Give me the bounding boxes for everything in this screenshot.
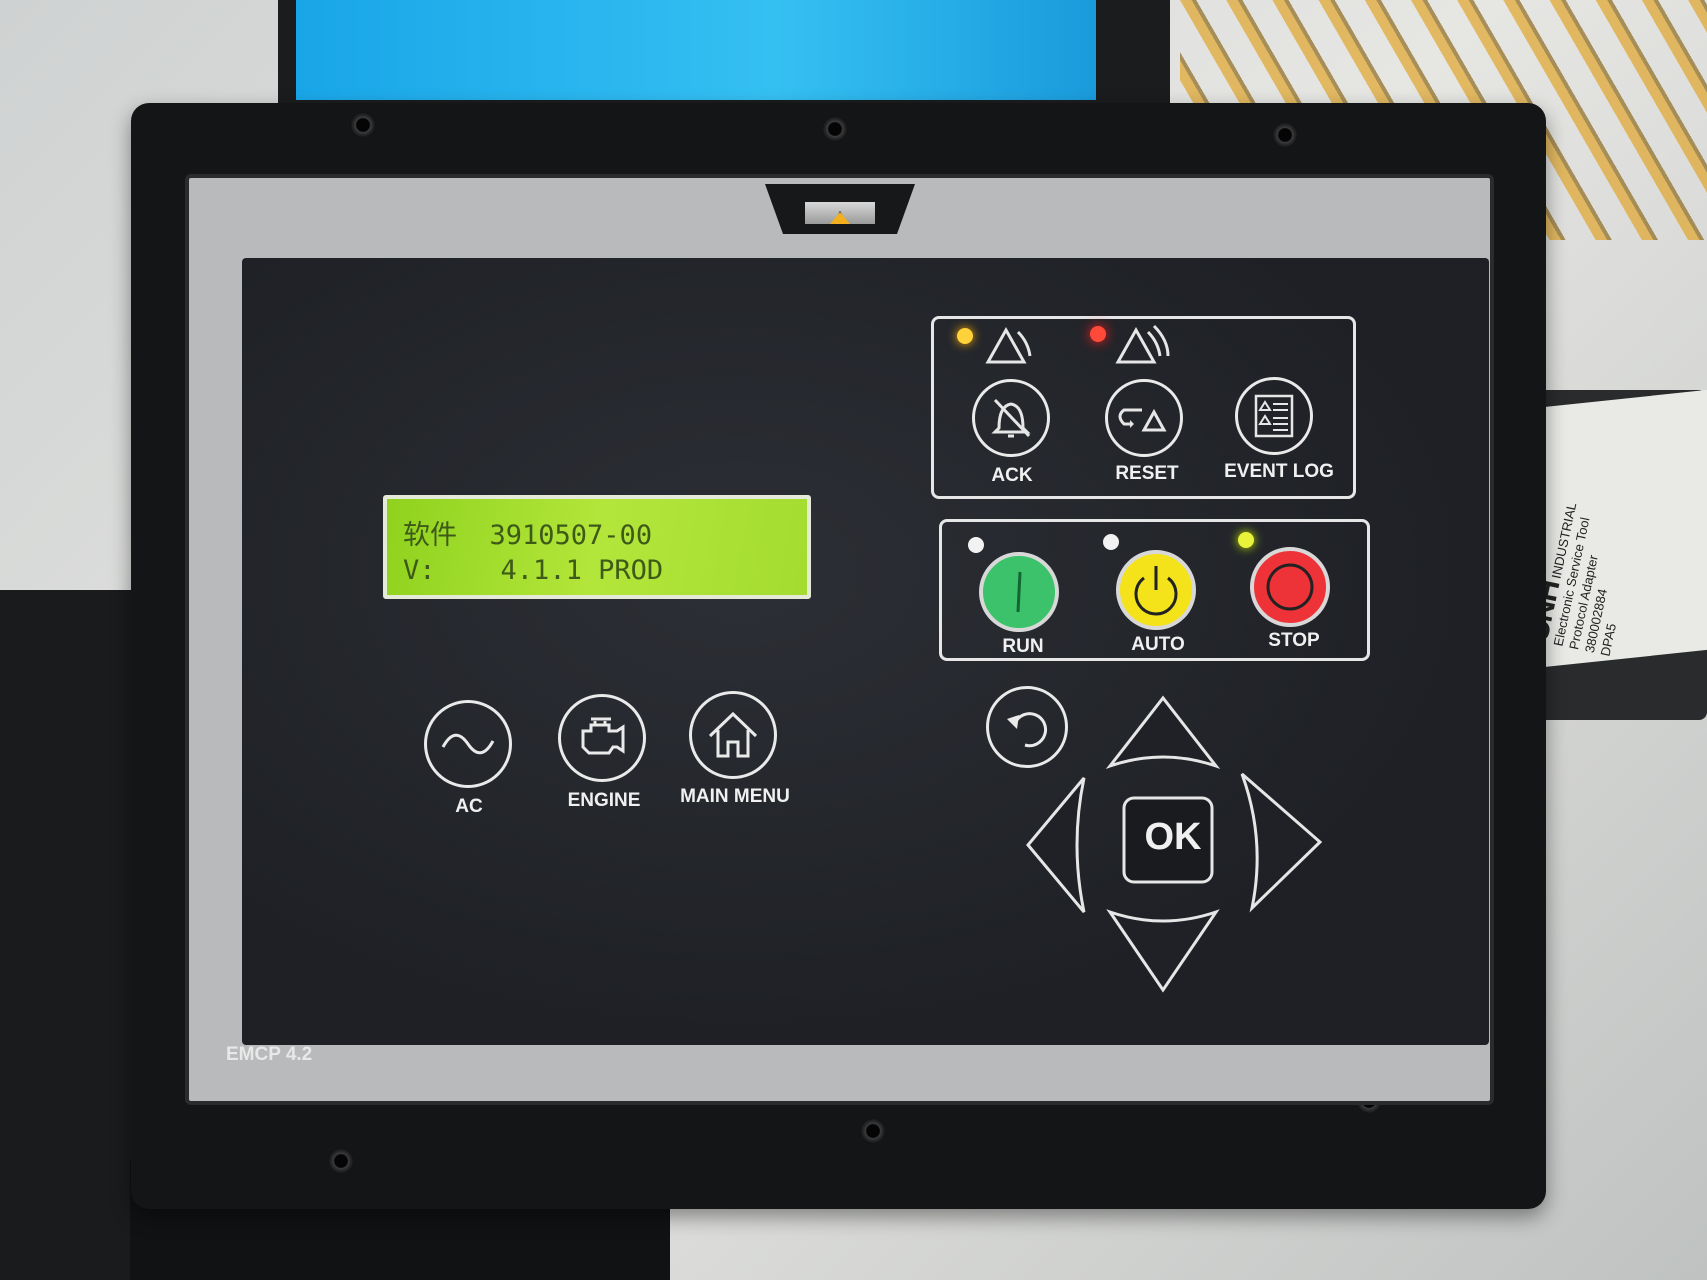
stop-label: STOP xyxy=(1268,630,1320,651)
event-log-icon[interactable] xyxy=(1235,377,1313,455)
engine-icon[interactable] xyxy=(558,694,646,782)
lcd-line1-label: 软件 xyxy=(403,520,457,551)
screw xyxy=(1272,122,1298,148)
auto-led xyxy=(1103,534,1119,550)
left-arrow-button[interactable] xyxy=(1026,777,1086,913)
home-icon[interactable] xyxy=(689,691,777,779)
ac-label: AC xyxy=(455,796,483,817)
run-label: RUN xyxy=(1002,636,1044,657)
stop-led xyxy=(1238,532,1254,548)
lcd-line2-label: V: xyxy=(403,555,436,586)
screw xyxy=(350,112,376,138)
stop-circle-icon[interactable] xyxy=(1250,547,1330,627)
up-arrow-button[interactable] xyxy=(1105,695,1221,770)
reset-label: RESET xyxy=(1115,463,1179,484)
reset-led xyxy=(1090,326,1106,342)
ack-label: ACK xyxy=(991,465,1033,486)
reset-alarm-icon[interactable] xyxy=(1105,379,1183,457)
lcd-line2-value: 4.1.1 PROD xyxy=(500,555,664,586)
alarm-triangle-icon xyxy=(985,326,1032,364)
right-arrow-button[interactable] xyxy=(1240,772,1323,913)
screw xyxy=(328,1148,354,1174)
lcd-display: 软件 3910507-00 V: 4.1.1 PROD xyxy=(383,495,811,599)
engine-label: ENGINE xyxy=(567,790,641,811)
laptop-screen xyxy=(296,0,1096,100)
power-icon[interactable] xyxy=(1116,550,1196,630)
run-led xyxy=(968,537,984,553)
auto-label: AUTO xyxy=(1131,634,1185,655)
screw xyxy=(860,1118,886,1144)
ack-led xyxy=(957,328,973,344)
bell-slash-icon[interactable] xyxy=(972,379,1050,457)
event-log-label: EVENT LOG xyxy=(1224,461,1334,482)
ok-label: OK xyxy=(1144,816,1202,858)
screw xyxy=(822,116,848,142)
sine-wave-icon[interactable] xyxy=(424,700,512,788)
model-label: EMCP 4.2 xyxy=(226,1044,313,1065)
lcd-line1-value: 3910507-00 xyxy=(489,520,653,551)
alarm-triangle-icon xyxy=(1115,324,1170,364)
down-arrow-button[interactable] xyxy=(1106,909,1220,993)
run-line-icon[interactable] xyxy=(979,552,1059,632)
main-menu-label: MAIN MENU xyxy=(680,786,790,807)
